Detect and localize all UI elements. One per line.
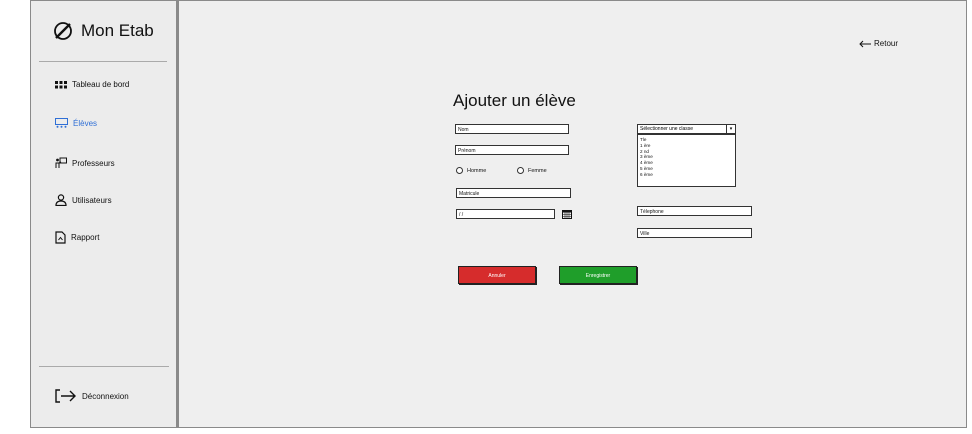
telephone-field[interactable]: Télephone bbox=[637, 206, 752, 216]
prenom-field[interactable]: Prénom bbox=[455, 145, 569, 155]
sidebar-divider-top bbox=[39, 61, 167, 62]
cancel-button[interactable]: Annuler bbox=[458, 266, 536, 284]
main-content: Retour Ajouter un élève Nom Prénom Homme… bbox=[179, 0, 967, 428]
sidebar-item-label: Utilisateurs bbox=[72, 195, 112, 205]
logout-arrow-icon bbox=[55, 389, 77, 403]
app-logo: Mon Etab bbox=[53, 21, 154, 41]
dashboard-grid-icon bbox=[55, 80, 67, 89]
matricule-field[interactable]: Matricule bbox=[456, 188, 571, 198]
sidebar-item-utilisateurs[interactable]: Utilisateurs bbox=[55, 194, 112, 206]
calendar-icon[interactable] bbox=[562, 209, 572, 219]
sidebar-item-eleves[interactable]: Élèves bbox=[55, 118, 97, 128]
page-title: Ajouter un élève bbox=[453, 91, 576, 110]
sidebar-divider-bottom bbox=[39, 366, 169, 367]
logout-button[interactable]: Déconnexion bbox=[55, 389, 129, 403]
logout-label: Déconnexion bbox=[82, 391, 129, 401]
app-name: Mon Etab bbox=[81, 21, 154, 40]
sidebar-item-label: Tableau de bord bbox=[72, 80, 130, 89]
nom-field[interactable]: Nom bbox=[455, 124, 569, 134]
classe-select-value: Sélectionner une classe bbox=[640, 126, 694, 132]
arrow-left-icon bbox=[859, 40, 871, 48]
classe-select[interactable]: Sélectionner une classe ▾ bbox=[637, 124, 736, 134]
students-board-icon bbox=[55, 118, 68, 128]
sidebar: Mon Etab Tableau de bord Élèves Professe… bbox=[30, 0, 179, 428]
user-icon bbox=[55, 194, 67, 206]
classe-option[interactable]: 6 ème bbox=[640, 172, 733, 178]
sidebar-item-professeurs[interactable]: Professeurs bbox=[55, 157, 115, 169]
radio-circle bbox=[456, 167, 463, 174]
teacher-board-icon bbox=[55, 157, 67, 169]
radio-circle bbox=[517, 167, 524, 174]
sidebar-item-tableau-de-bord[interactable]: Tableau de bord bbox=[55, 80, 129, 89]
radio-label: Femme bbox=[528, 167, 547, 174]
date-field[interactable]: / / bbox=[456, 209, 555, 219]
report-file-icon bbox=[55, 231, 66, 244]
back-label: Retour bbox=[874, 39, 899, 48]
sidebar-item-rapport[interactable]: Rapport bbox=[55, 231, 99, 244]
back-button[interactable]: Retour bbox=[859, 39, 898, 48]
sidebar-item-label: Professeurs bbox=[72, 158, 115, 168]
sidebar-item-label: Rapport bbox=[71, 233, 100, 242]
sidebar-item-label: Élèves bbox=[73, 118, 98, 128]
save-button[interactable]: Enregistrer bbox=[559, 266, 637, 284]
compass-logo-icon bbox=[53, 21, 73, 41]
chevron-down-icon: ▾ bbox=[726, 125, 735, 133]
gender-female-radio[interactable]: Femme bbox=[517, 167, 547, 174]
gender-male-radio[interactable]: Homme bbox=[456, 167, 486, 174]
radio-label: Homme bbox=[467, 167, 487, 174]
ville-field[interactable]: Ville bbox=[637, 228, 752, 238]
classe-dropdown: Tle 1 ère 2 nd 3 ème 4 ème 5 ème 6 ème bbox=[637, 134, 736, 187]
